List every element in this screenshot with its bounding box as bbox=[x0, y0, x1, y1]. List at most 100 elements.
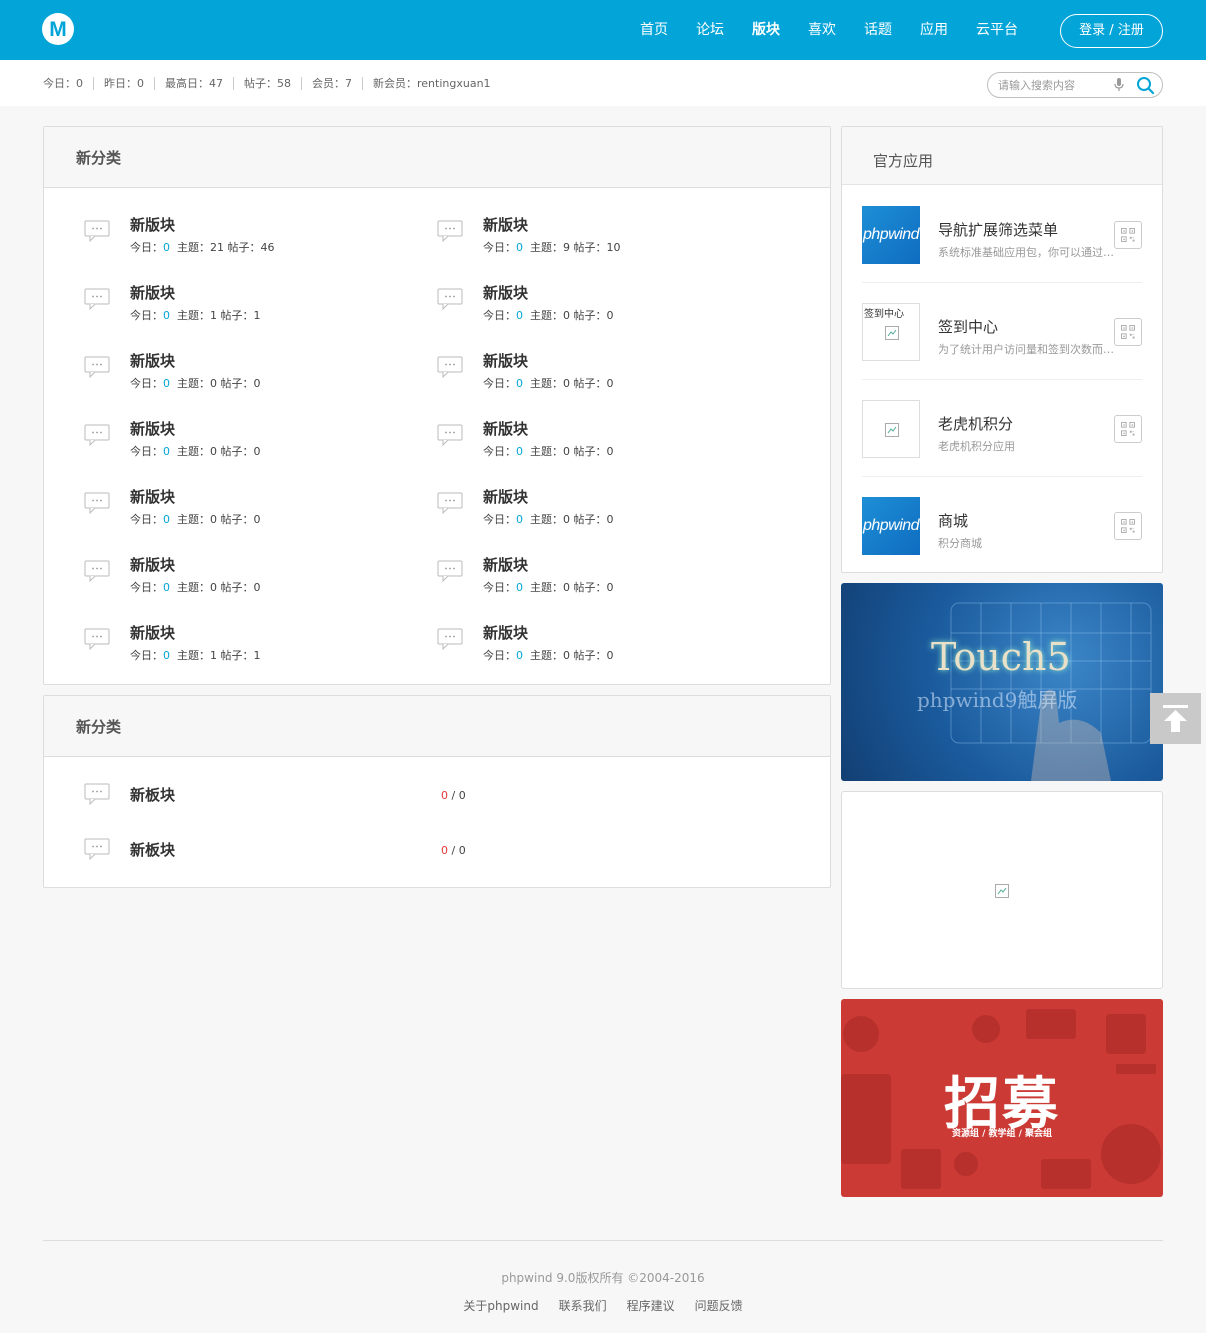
board-item[interactable]: 新版块 今日：0 主题：0 帖子：0 bbox=[437, 486, 757, 536]
board-item[interactable]: 新版块 今日：0 主题：0 帖子：0 bbox=[437, 622, 757, 672]
board-item[interactable]: 新板块 0 / 0 bbox=[84, 783, 784, 833]
touch5-banner[interactable]: Touch5 phpwind9触屏版 bbox=[841, 583, 1163, 781]
board-name[interactable]: 新版块 bbox=[130, 486, 175, 507]
board-name[interactable]: 新版块 bbox=[130, 282, 175, 303]
topics-label: 主题： bbox=[530, 309, 563, 322]
app-item[interactable]: 老虎机积分 老虎机积分应用 bbox=[862, 400, 1142, 496]
board-item[interactable]: 新版块 今日：0 主题：0 帖子：0 bbox=[84, 486, 404, 536]
board-stats: 今日：0 主题：1 帖子：1 bbox=[130, 647, 261, 663]
footer-link-about[interactable]: 关于phpwind bbox=[463, 1297, 538, 1314]
app-item[interactable]: 签到中心签到中心为了统计用户访问量和签到次数而设计的应用 bbox=[862, 303, 1142, 399]
category-panel: 新分类 新版块 今日：0 主题：21 帖子：46 新版块 今日：0 主题：9 帖子：1… bbox=[43, 126, 831, 685]
today-label: 今日： bbox=[483, 513, 516, 526]
board-name[interactable]: 新版块 bbox=[130, 418, 175, 439]
nav-apps[interactable]: 应用 bbox=[906, 0, 962, 60]
qrcode-icon[interactable] bbox=[1114, 415, 1142, 443]
board-item[interactable]: 新版块 今日：0 主题：0 帖子：0 bbox=[84, 418, 404, 468]
board-item[interactable]: 新版块 今日：0 主题：9 帖子：10 bbox=[437, 214, 757, 264]
nav-cloud[interactable]: 云平台 bbox=[962, 0, 1032, 60]
board-stats: 今日：0 主题：0 帖子：0 bbox=[483, 375, 614, 391]
board-stats: 今日：0 主题：1 帖子：1 bbox=[130, 307, 261, 323]
board-chat-icon bbox=[437, 424, 463, 446]
board-item[interactable]: 新板块 0 / 0 bbox=[84, 838, 784, 888]
topics-label: 主题： bbox=[177, 241, 210, 254]
board-name[interactable]: 新版块 bbox=[483, 282, 528, 303]
board-name[interactable]: 新版块 bbox=[130, 350, 175, 371]
board-item[interactable]: 新版块 今日：0 主题：0 帖子：0 bbox=[84, 350, 404, 400]
qrcode-icon[interactable] bbox=[1114, 512, 1142, 540]
posts-count: 0 bbox=[606, 445, 614, 458]
board-name[interactable]: 新板块 bbox=[130, 839, 175, 860]
today-count: 0 bbox=[163, 241, 170, 254]
board-name[interactable]: 新版块 bbox=[483, 622, 528, 643]
board-name[interactable]: 新版块 bbox=[483, 554, 528, 575]
board-item[interactable]: 新版块 今日：0 主题：0 帖子：0 bbox=[437, 282, 757, 332]
posts-count: 0 bbox=[606, 581, 614, 594]
posts-label: 帖子： bbox=[220, 445, 254, 458]
board-item[interactable]: 新版块 今日：0 主题：0 帖子：0 bbox=[437, 554, 757, 604]
nav-forum[interactable]: 论坛 bbox=[682, 0, 738, 60]
board-name[interactable]: 新版块 bbox=[483, 418, 528, 439]
back-to-top-button[interactable] bbox=[1150, 693, 1201, 744]
microphone-icon[interactable] bbox=[1114, 78, 1124, 92]
nav-boards[interactable]: 版块 bbox=[738, 0, 794, 60]
category-title[interactable]: 新分类 bbox=[44, 127, 830, 188]
nav-topics[interactable]: 话题 bbox=[850, 0, 906, 60]
app-title[interactable]: 商城 bbox=[938, 510, 968, 531]
posts-count: 0 bbox=[253, 581, 261, 594]
posts-label: 帖子： bbox=[573, 649, 607, 662]
qrcode-icon[interactable] bbox=[1114, 221, 1142, 249]
search-icon[interactable] bbox=[1136, 76, 1155, 95]
board-chat-icon bbox=[437, 492, 463, 514]
board-chat-icon bbox=[84, 492, 110, 514]
footer-link-suggest[interactable]: 程序建议 bbox=[627, 1297, 675, 1314]
today-count: 0 bbox=[163, 649, 170, 662]
today-label: 今日： bbox=[483, 445, 516, 458]
today-count: 0 bbox=[516, 241, 523, 254]
board-name[interactable]: 新版块 bbox=[130, 554, 175, 575]
board-item[interactable]: 新版块今日：0 主题：0 帖子：0 bbox=[437, 350, 757, 400]
topics-count: 0 bbox=[563, 309, 570, 322]
posts-count: 0 bbox=[606, 649, 614, 662]
board-name[interactable]: 新板块 bbox=[130, 784, 175, 805]
board-stats: 今日：0 主题：0 帖子：0 bbox=[483, 511, 614, 527]
board-chat-icon bbox=[437, 628, 463, 650]
app-item[interactable]: phpwind 导航扩展筛选菜单系统标准基础应用包，你可以通过此应用包完成导航扩展 bbox=[862, 206, 1142, 302]
board-name[interactable]: 新版块 bbox=[483, 214, 528, 235]
board-item[interactable]: 新版块今日：0 主题：1 帖子：1 bbox=[84, 282, 404, 332]
app-item[interactable]: phpwind 商城 积分商城 bbox=[862, 497, 1142, 593]
main-nav: 首页 论坛 版块 喜欢 话题 应用 云平台 bbox=[626, 0, 1032, 60]
board-name[interactable]: 新版块 bbox=[130, 622, 175, 643]
today-label: 今日： bbox=[483, 377, 516, 390]
stat-new-member[interactable]: 新会员：rentingxuan1 bbox=[362, 77, 501, 90]
topics-count: 21 bbox=[210, 241, 224, 254]
posts-count: 0 bbox=[606, 513, 614, 526]
site-logo[interactable]: M bbox=[42, 13, 74, 45]
today-label: 今日： bbox=[483, 649, 516, 662]
board-name[interactable]: 新版块 bbox=[483, 350, 528, 371]
banner-title: Touch5 bbox=[931, 635, 1071, 679]
nav-home[interactable]: 首页 bbox=[626, 0, 682, 60]
search-input[interactable] bbox=[998, 77, 1108, 94]
blank-banner[interactable] bbox=[841, 791, 1163, 989]
app-title[interactable]: 导航扩展筛选菜单 bbox=[938, 219, 1058, 240]
footer-link-contact[interactable]: 联系我们 bbox=[559, 1297, 607, 1314]
board-item[interactable]: 新版块 今日：0 主题：0 帖子：0 bbox=[84, 554, 404, 604]
app-title[interactable]: 老虎机积分 bbox=[938, 413, 1013, 434]
recruit-banner[interactable]: 招募 资源组 / 教学组 / 聚会组 bbox=[841, 999, 1163, 1197]
board-item[interactable]: 新版块今日：0 主题：1 帖子：1 bbox=[84, 622, 404, 672]
footer-link-feedback[interactable]: 问题反馈 bbox=[695, 1297, 743, 1314]
category-title[interactable]: 新分类 bbox=[44, 696, 830, 757]
board-name[interactable]: 新版块 bbox=[483, 486, 528, 507]
app-divider bbox=[862, 476, 1142, 477]
qrcode-icon[interactable] bbox=[1114, 318, 1142, 346]
board-item[interactable]: 新版块 今日：0 主题：0 帖子：0 bbox=[437, 418, 757, 468]
nav-likes[interactable]: 喜欢 bbox=[794, 0, 850, 60]
phpwind-logo: phpwind bbox=[862, 206, 920, 264]
topics-count: 0 bbox=[563, 445, 570, 458]
app-title[interactable]: 签到中心 bbox=[938, 316, 998, 337]
board-name[interactable]: 新版块 bbox=[130, 214, 175, 235]
board-item[interactable]: 新版块 今日：0 主题：21 帖子：46 bbox=[84, 214, 404, 264]
today-label: 今日： bbox=[483, 581, 516, 594]
login-register-button[interactable]: 登录 / 注册 bbox=[1060, 14, 1163, 48]
